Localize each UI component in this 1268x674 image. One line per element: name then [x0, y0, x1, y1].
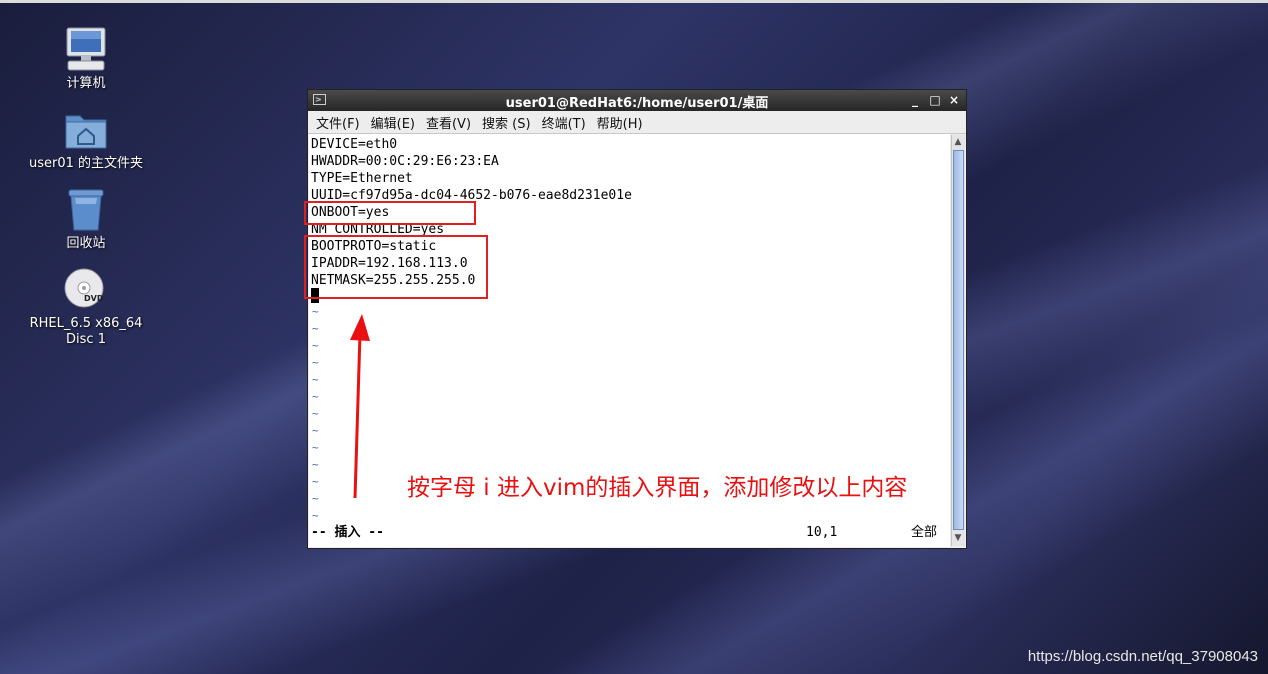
cursor-position: 10,1	[806, 525, 838, 540]
scroll-down-icon[interactable]: ▼	[952, 532, 964, 545]
empty-line-tilde: ~	[312, 407, 319, 420]
dvd-icon: DVD	[62, 266, 110, 314]
top-edge-bar	[0, 0, 1268, 3]
highlight-box-onboot	[304, 201, 476, 225]
desktop-icon-computer[interactable]: 计算机	[26, 26, 146, 92]
menu-file[interactable]: 文件(F)	[316, 113, 360, 132]
empty-line-tilde: ~	[312, 390, 319, 403]
empty-line-tilde: ~	[312, 458, 319, 471]
menu-view[interactable]: 查看(V)	[426, 113, 471, 132]
menu-bar: 文件(F) 编辑(E) 查看(V) 搜索 (S) 终端(T) 帮助(H)	[308, 111, 966, 134]
desktop-icon-label: user01 的主文件夹	[28, 156, 144, 171]
empty-line-tilde: ~	[312, 475, 319, 488]
empty-line-tilde: ~	[312, 492, 319, 505]
maximize-button[interactable]: □	[928, 92, 942, 108]
empty-line-tilde: ~	[312, 356, 319, 369]
empty-line-tilde: ~	[312, 322, 319, 335]
empty-line-tilde: ~	[312, 305, 319, 318]
empty-line-tilde: ~	[312, 339, 319, 352]
desktop-icon-home[interactable]: user01 的主文件夹	[26, 106, 146, 172]
title-bar[interactable]: > user01@RedHat6:/home/user01/桌面 _ □ ×	[308, 90, 966, 111]
scroll-percent: 全部	[911, 525, 938, 540]
vertical-scrollbar[interactable]: ▲ ▼	[951, 135, 965, 546]
annotation-arrow-icon	[350, 314, 370, 499]
vim-mode-indicator: -- 插入 --	[311, 525, 384, 540]
empty-line-tilde: ~	[312, 509, 319, 522]
dvd-badge: DVD	[84, 294, 104, 303]
desktop-icon-trash[interactable]: 回收站	[26, 186, 146, 252]
computer-icon	[62, 26, 110, 74]
desktop-icon-label-line2: Disc 1	[66, 332, 106, 347]
empty-line-tilde: ~	[312, 441, 319, 454]
terminal-line: HWADDR=00:0C:29:E6:23:EA	[311, 154, 499, 169]
empty-line-tilde: ~	[312, 424, 319, 437]
terminal-line: TYPE=Ethernet	[311, 171, 413, 186]
menu-search[interactable]: 搜索 (S)	[482, 113, 531, 132]
menu-terminal[interactable]: 终端(T)	[542, 113, 586, 132]
home-folder-icon	[62, 106, 110, 154]
scrollbar-thumb[interactable]	[953, 150, 964, 530]
vim-status-line: -- 插入 -- 10,1 全部	[311, 524, 947, 542]
window-title: user01@RedHat6:/home/user01/桌面	[505, 96, 769, 111]
terminal-line: DEVICE=eth0	[311, 137, 398, 152]
desktop-icon-label: RHEL_6.5 x86_64	[29, 316, 143, 331]
desktop-icon-label: 回收站	[66, 236, 106, 251]
trash-icon	[62, 186, 110, 234]
minimize-button[interactable]: _	[908, 92, 922, 108]
desktop-icon-dvd[interactable]: DVD RHEL_6.5 x86_64 Disc 1	[26, 266, 146, 348]
annotation-text: 按字母 i 进入vim的插入界面，添加修改以上内容	[407, 475, 908, 501]
desktop-icon-label: 计算机	[66, 76, 106, 91]
menu-help[interactable]: 帮助(H)	[597, 113, 643, 132]
scroll-up-icon[interactable]: ▲	[952, 136, 964, 149]
highlight-box-network	[304, 235, 488, 299]
close-button[interactable]: ×	[947, 92, 961, 108]
menu-edit[interactable]: 编辑(E)	[371, 113, 415, 132]
watermark-text: https://blog.csdn.net/qq_37908043	[1027, 648, 1258, 665]
empty-line-tilde: ~	[312, 373, 319, 386]
